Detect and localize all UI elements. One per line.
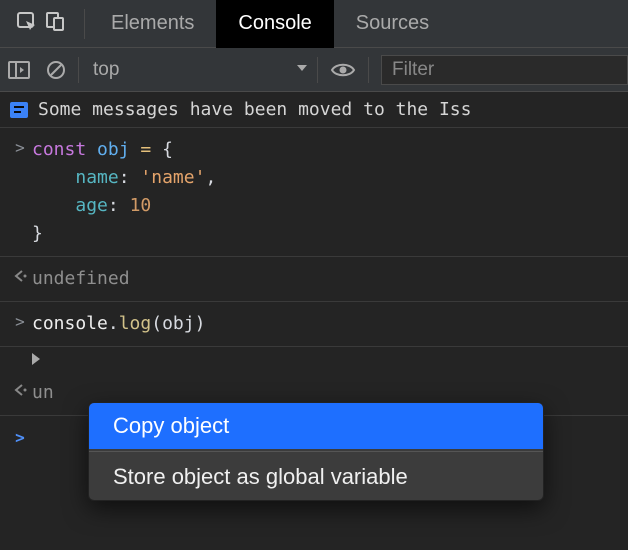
menu-item-label: Store object as global variable (113, 464, 408, 489)
console-sidebar-toggle[interactable] (0, 48, 38, 91)
menu-item-label: Copy object (113, 413, 229, 438)
issues-icon[interactable] (10, 102, 28, 118)
console-input-row: const obj = { name: 'name', age: 10 } (0, 128, 628, 257)
prompt-chevron-icon (8, 426, 32, 450)
clear-console-button[interactable] (38, 48, 74, 91)
context-label: top (93, 59, 119, 81)
tab-label: Elements (111, 12, 194, 35)
menu-separator (89, 451, 543, 452)
filter-input[interactable]: Filter (381, 55, 628, 85)
tab-label: Console (238, 12, 311, 35)
console-input-row: console.log(obj) (0, 302, 628, 347)
console-code: console.log(obj) (32, 310, 205, 338)
disclosure-triangle-icon[interactable] (32, 353, 40, 365)
input-chevron-icon (8, 310, 32, 338)
filter-placeholder: Filter (392, 59, 434, 81)
console-code: const obj = { name: 'name', age: 10 } (32, 136, 216, 248)
tab-console[interactable]: Console (216, 0, 333, 48)
context-menu: Copy object Store object as global varia… (88, 402, 544, 501)
chevron-down-icon (295, 59, 309, 81)
live-expression-button[interactable] (322, 48, 364, 91)
output-chevron-icon (8, 379, 32, 407)
tab-label: Sources (356, 12, 429, 35)
input-chevron-icon (8, 136, 32, 248)
inspect-icon[interactable] (16, 10, 38, 37)
console-return-value: un (32, 379, 54, 407)
tab-sources[interactable]: Sources (334, 0, 451, 48)
console-output-row: undefined (0, 257, 628, 302)
device-toggle-icon[interactable] (44, 10, 66, 37)
menu-item-store-global[interactable]: Store object as global variable (89, 454, 543, 500)
console-return-value: undefined (32, 265, 130, 293)
console-object-output[interactable] (0, 347, 628, 371)
tab-elements[interactable]: Elements (89, 0, 216, 48)
menu-item-copy-object[interactable]: Copy object (89, 403, 543, 449)
context-selector[interactable]: top (83, 48, 313, 91)
output-chevron-icon (8, 265, 32, 293)
issues-banner-text: Some messages have been moved to the Iss (38, 99, 471, 120)
